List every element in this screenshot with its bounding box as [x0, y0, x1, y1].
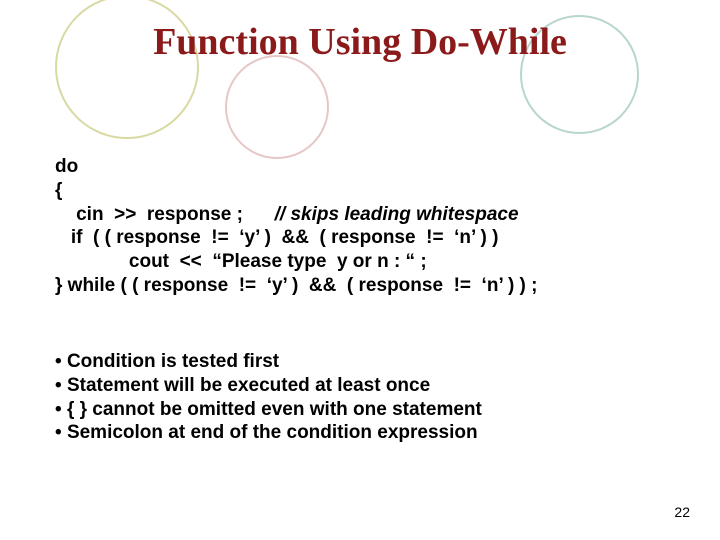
bullet-text: { } cannot be omitted even with one stat… [67, 399, 482, 420]
code-line-4: if ( ( response != ‘y’ ) && ( response !… [55, 227, 498, 248]
bullet-text: Condition is tested first [67, 351, 279, 372]
code-line-1: do [55, 156, 78, 177]
bullet-item: • Statement will be executed at least on… [55, 374, 665, 398]
code-line-5: cout << “Please type y or n : “ ; [55, 251, 427, 272]
code-block: do { cin >> response ; // skips leading … [55, 155, 665, 298]
slide-title: Function Using Do-While [0, 20, 720, 64]
bullet-text: Semicolon at end of the condition expres… [67, 422, 478, 443]
code-line-6: } while ( ( response != ‘y’ ) && ( respo… [55, 275, 538, 296]
code-line-2: { [55, 180, 62, 201]
bullet-item: • Condition is tested first [55, 350, 665, 374]
code-line-3a: cin >> response ; [55, 204, 275, 225]
page-number: 22 [674, 504, 690, 520]
bullet-list: • Condition is tested first • Statement … [55, 350, 665, 445]
decor-circle-pink [225, 55, 329, 159]
bullet-text: Statement will be executed at least once [67, 375, 430, 396]
bullet-item: • Semicolon at end of the condition expr… [55, 421, 665, 445]
bullet-item: • { } cannot be omitted even with one st… [55, 398, 665, 422]
code-comment: // skips leading whitespace [275, 204, 519, 225]
